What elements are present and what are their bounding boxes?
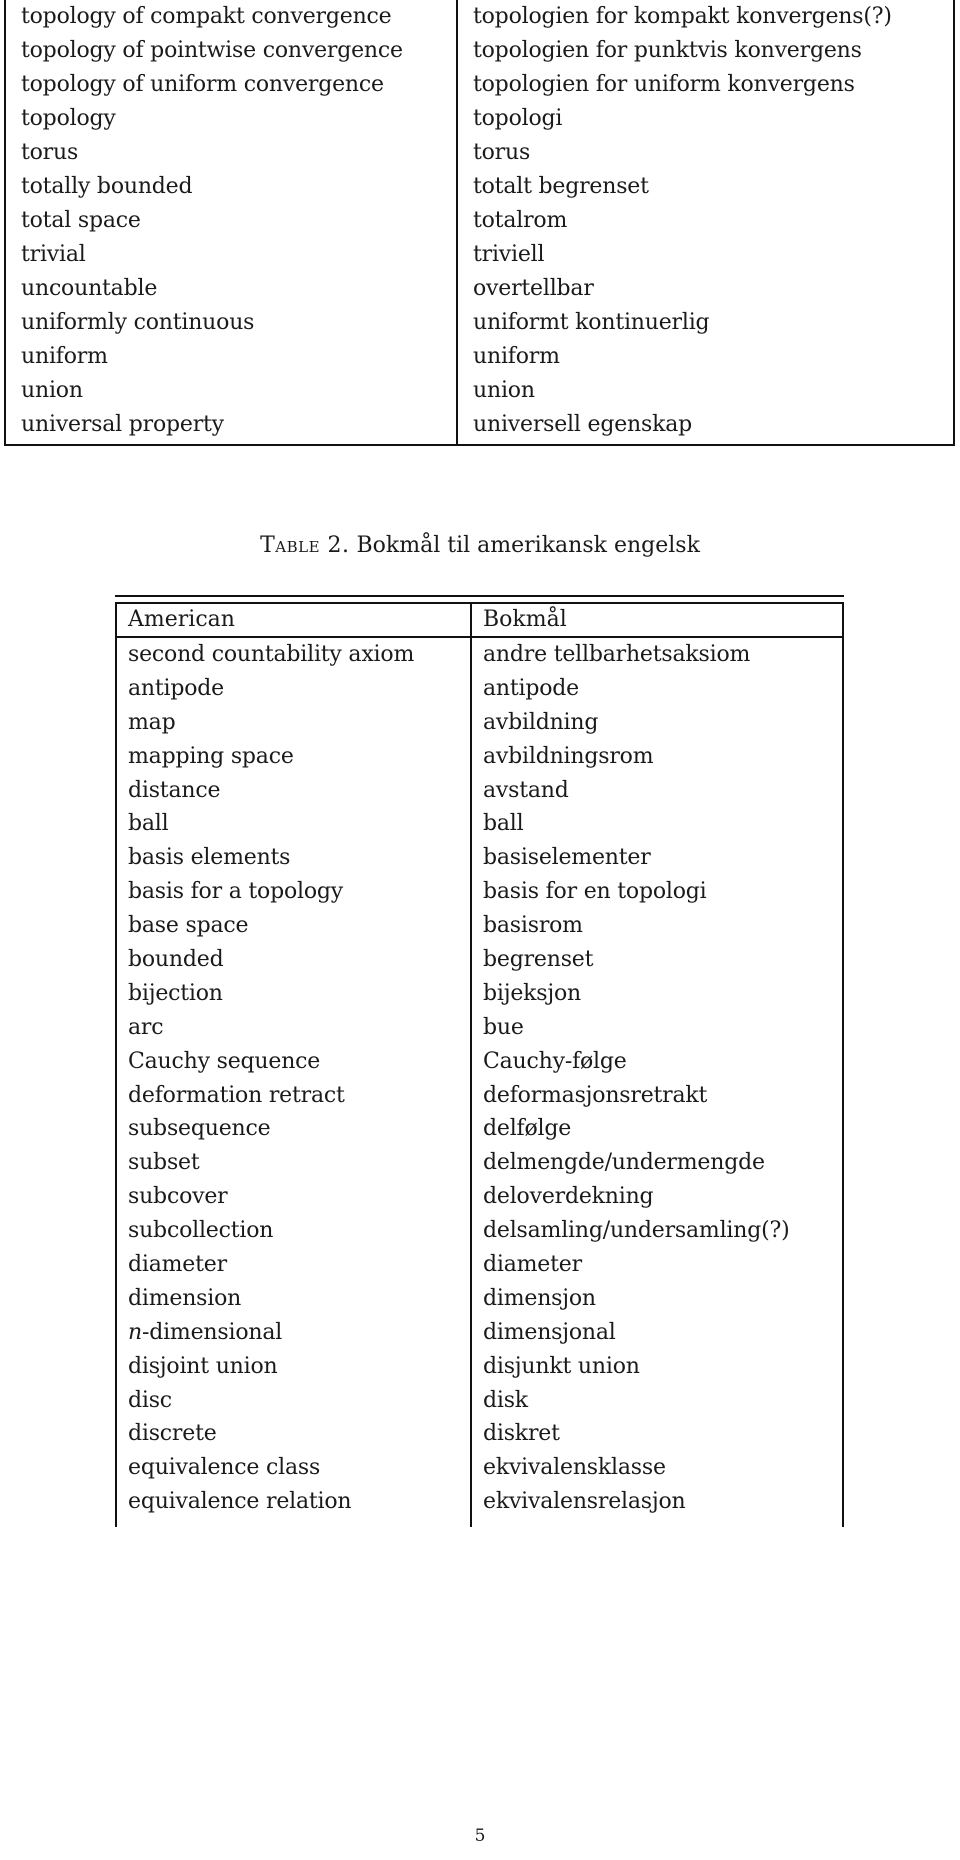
bokmal-term: totalt begrenset <box>473 174 649 199</box>
bokmal-term: delmengde/undermengde <box>483 1150 765 1176</box>
american-term: disjoint union <box>128 1353 278 1379</box>
american-column: topology of compakt convergence topology … <box>21 0 403 442</box>
american-term: universal property <box>21 412 224 437</box>
left-border <box>115 602 117 1527</box>
american-term: Cauchy sequence <box>128 1048 321 1074</box>
glossary-table-continued: topology of compakt convergence topology … <box>4 0 955 446</box>
bokmal-term: torus <box>473 140 531 165</box>
bokmal-term: dimensjon <box>483 1285 596 1311</box>
bokmal-term: ball <box>483 811 524 837</box>
bokmal-term: delsamling/undersamling(?) <box>483 1218 790 1244</box>
bokmal-term: uniform <box>473 344 560 369</box>
american-term: subcover <box>128 1184 228 1210</box>
bokmal-term: topologien for kompakt konvergens(?) <box>473 4 892 29</box>
american-term: torus <box>21 140 79 165</box>
american-term: diameter <box>128 1252 227 1278</box>
american-term: equivalence class <box>128 1455 321 1481</box>
header-american: American <box>128 607 235 632</box>
glossary-table-2: American Bokmål second countability axio… <box>115 595 844 1527</box>
bokmal-term: union <box>473 378 535 403</box>
bokmal-column: topologien for kompakt konvergens(?) topo… <box>473 0 892 442</box>
bokmal-term: disjunkt union <box>483 1353 640 1379</box>
bokmal-term: topologien for punktvis konvergens <box>473 38 862 63</box>
bokmal-term: deloverdekning <box>483 1184 654 1210</box>
bokmal-term: avbildning <box>483 709 599 735</box>
bokmal-term: Cauchy-følge <box>483 1048 627 1074</box>
bokmal-term: ekvivalensklasse <box>483 1455 666 1481</box>
american-term: total space <box>21 208 141 233</box>
bokmal-column: andre tellbarhetsaksiom antipode avbildnin… <box>483 638 790 1519</box>
bokmal-term: delfølge <box>483 1116 572 1142</box>
bokmal-term: topologi <box>473 106 563 131</box>
bokmal-term: basis for en topologi <box>483 879 707 905</box>
american-term: equivalence relation <box>128 1489 352 1515</box>
bokmal-term: antipode <box>483 675 579 701</box>
american-column: second countability axiom antipode map mapp… <box>128 638 414 1519</box>
american-term: second countability axiom <box>128 642 415 667</box>
bokmal-term: dimensjonal <box>483 1319 616 1345</box>
american-term: deformation retract <box>128 1082 345 1108</box>
bokmal-term: diameter <box>483 1252 582 1278</box>
bokmal-term: begrenset <box>483 947 594 973</box>
bokmal-term: deformasjonsretrakt <box>483 1082 708 1108</box>
right-border <box>842 602 844 1527</box>
american-term: topology <box>21 106 116 131</box>
bokmal-term: basisrom <box>483 913 583 939</box>
american-term: uncountable <box>21 276 158 301</box>
column-divider <box>470 602 472 1527</box>
bokmal-term: disk <box>483 1387 528 1413</box>
american-term: trivial <box>21 242 86 267</box>
american-term: union <box>21 378 83 403</box>
caption-text: Bokmål til amerikansk engelsk <box>356 533 700 558</box>
bokmal-term: bue <box>483 1014 524 1040</box>
american-term: basis elements <box>128 845 291 871</box>
american-term: topology of compakt convergence <box>21 4 392 29</box>
american-term: totally bounded <box>21 174 193 199</box>
american-term: bijection <box>128 980 223 1006</box>
american-term: basis for a topology <box>128 879 344 905</box>
bokmal-term: ekvivalensrelasjon <box>483 1489 686 1515</box>
american-term: distance <box>128 777 221 803</box>
american-term: uniform <box>21 344 108 369</box>
american-term: antipode <box>128 675 224 701</box>
bokmal-term: totalrom <box>473 208 568 233</box>
bokmal-term: bijeksjon <box>483 980 582 1006</box>
american-term: bounded <box>128 947 224 973</box>
american-term: base space <box>128 913 249 939</box>
bokmal-term: topologien for uniform konvergens <box>473 72 855 97</box>
bokmal-term: diskret <box>483 1421 560 1447</box>
column-divider <box>456 0 458 444</box>
bokmal-term: basiselementer <box>483 845 651 871</box>
american-term: mapping space <box>128 743 294 769</box>
bokmal-term: avbildningsrom <box>483 743 654 769</box>
american-term: discrete <box>128 1421 217 1447</box>
american-term: n-dimensional <box>128 1316 414 1350</box>
american-term: dimension <box>128 1285 242 1311</box>
caption-label: Table 2. <box>260 533 350 558</box>
american-term: ball <box>128 811 169 837</box>
bokmal-term: triviell <box>473 242 545 267</box>
table-caption: Table 2. Bokmål til amerikansk engelsk <box>0 530 960 562</box>
american-term: subset <box>128 1150 200 1176</box>
header-bokmal: Bokmål <box>483 607 567 632</box>
american-term: topology of pointwise convergence <box>21 38 403 63</box>
american-term: disc <box>128 1387 172 1413</box>
math-variable: n <box>128 1319 142 1345</box>
bokmal-term: avstand <box>483 777 569 803</box>
top-rule <box>115 595 844 597</box>
page-number: 5 <box>474 1826 486 1846</box>
american-term: subcollection <box>128 1218 274 1244</box>
american-term: uniformly continuous <box>21 310 255 335</box>
american-term: subsequence <box>128 1116 271 1142</box>
bokmal-term: overtellbar <box>473 276 594 301</box>
bokmal-term: andre tellbarhetsaksiom <box>483 642 751 667</box>
bokmal-term: universell egenskap <box>473 412 693 437</box>
term-text: -dimensional <box>141 1319 283 1345</box>
bokmal-term: uniformt kontinuerlig <box>473 310 710 335</box>
american-term: arc <box>128 1014 164 1040</box>
american-term: map <box>128 709 176 735</box>
american-term: topology of uniform convergence <box>21 72 384 97</box>
